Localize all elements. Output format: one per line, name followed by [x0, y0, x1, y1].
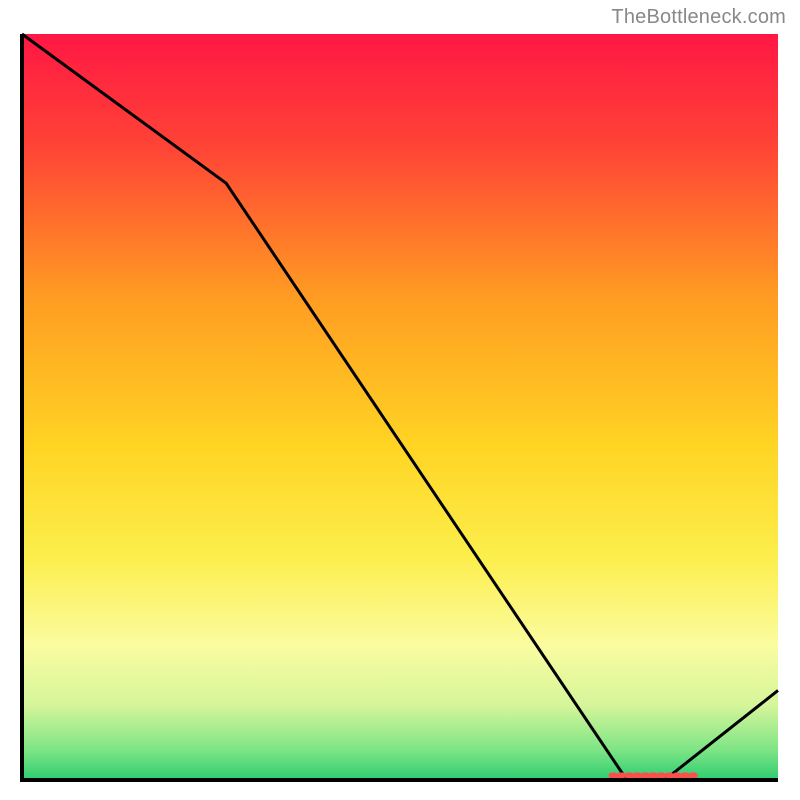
bottleneck-chart	[20, 32, 780, 782]
chart-container	[20, 32, 780, 782]
watermark-text: TheBottleneck.com	[611, 6, 786, 29]
chart-gradient-bg	[22, 34, 778, 780]
